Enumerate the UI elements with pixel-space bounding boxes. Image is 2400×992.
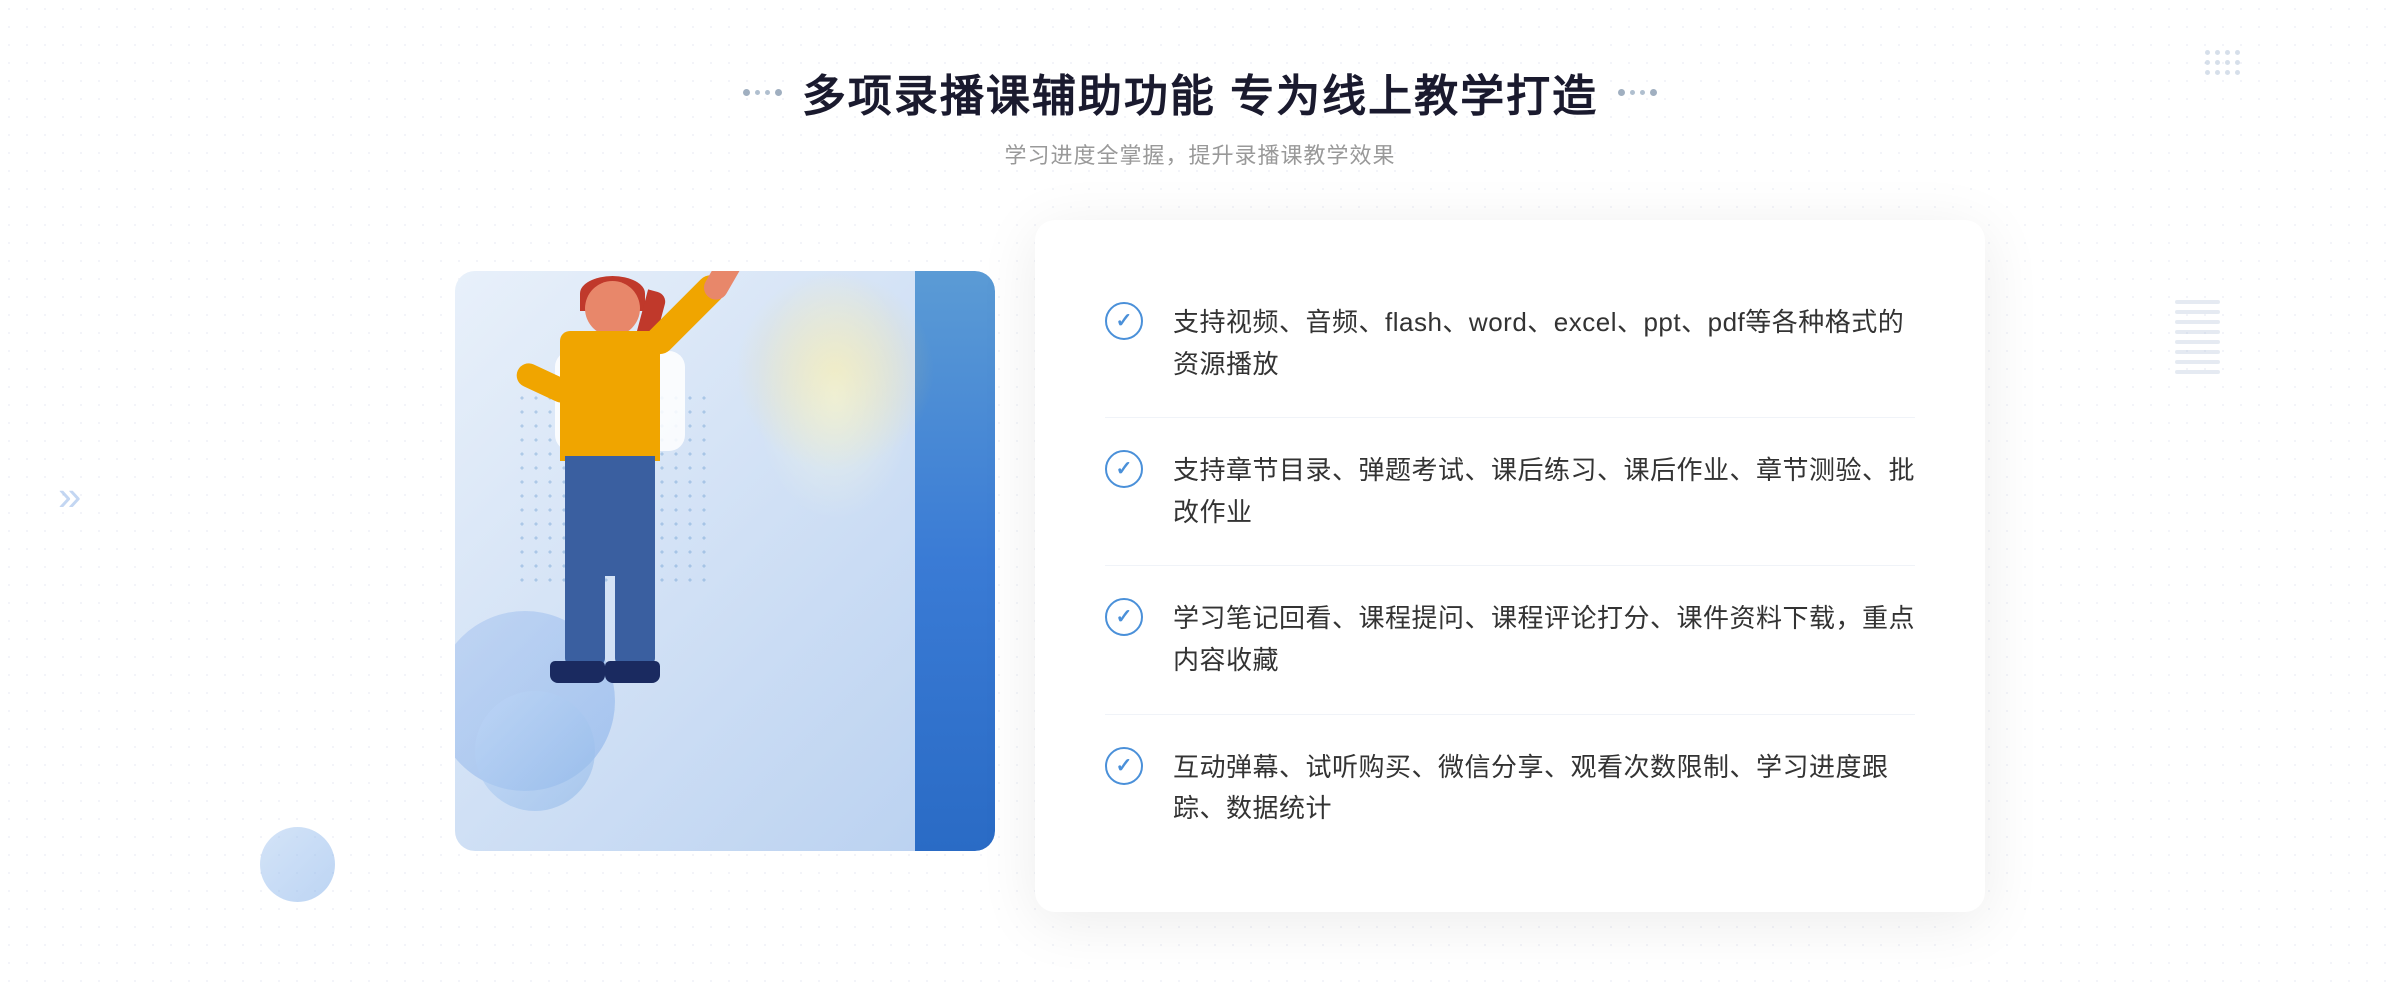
decorative-dots-top-right	[2205, 50, 2240, 75]
page-title: 多项录播课辅助功能 专为线上教学打造	[802, 60, 1598, 124]
person-pants	[565, 456, 655, 576]
feature-item-2: ✓ 支持章节目录、弹题考试、课后练习、课后作业、章节测验、批改作业	[1105, 418, 1915, 566]
feature-item-4: ✓ 互动弹幕、试听购买、微信分享、观看次数限制、学习进度跟踪、数据统计	[1105, 715, 1915, 862]
feature-text-2: 支持章节目录、弹题考试、课后练习、课后作业、章节测验、批改作业	[1173, 450, 1915, 533]
person-shoe-left	[550, 661, 605, 683]
person-shoe-right	[605, 661, 660, 683]
check-mark-1: ✓	[1116, 311, 1133, 331]
illustration-background	[455, 271, 995, 851]
check-mark-4: ✓	[1116, 756, 1133, 776]
deco-circle-bottom-left	[260, 827, 335, 902]
title-dots-right	[1618, 89, 1657, 96]
title-row: 多项录播课辅助功能 专为线上教学打造	[743, 60, 1657, 124]
check-icon-4: ✓	[1105, 747, 1143, 785]
person-leg-right	[615, 566, 655, 666]
content-panel: ✓ 支持视频、音频、flash、word、excel、ppt、pdf等各种格式的…	[1035, 220, 1985, 912]
feature-text-3: 学习笔记回看、课程提问、课程评论打分、课件资料下载，重点内容收藏	[1173, 598, 1915, 681]
check-mark-3: ✓	[1116, 607, 1133, 627]
feature-text-1: 支持视频、音频、flash、word、excel、ppt、pdf等各种格式的资源…	[1173, 302, 1915, 385]
person-leg-left	[565, 566, 605, 666]
person-body	[560, 331, 660, 461]
deco-circle-small	[475, 691, 595, 811]
feature-text-4: 互动弹幕、试听购买、微信分享、观看次数限制、学习进度跟踪、数据统计	[1173, 747, 1915, 830]
stripes-decoration	[2175, 300, 2220, 374]
glow-effect	[755, 271, 915, 521]
check-icon-1: ✓	[1105, 302, 1143, 340]
check-icon-3: ✓	[1105, 598, 1143, 636]
illustration-section	[415, 241, 1035, 891]
check-icon-2: ✓	[1105, 450, 1143, 488]
page-subtitle: 学习进度全掌握，提升录播课教学效果	[743, 138, 1657, 170]
feature-item-1: ✓ 支持视频、音频、flash、word、excel、ppt、pdf等各种格式的…	[1105, 270, 1915, 418]
main-content: ✓ 支持视频、音频、flash、word、excel、ppt、pdf等各种格式的…	[400, 220, 2000, 912]
feature-item-3: ✓ 学习笔记回看、课程提问、课程评论打分、课件资料下载，重点内容收藏	[1105, 566, 1915, 714]
person-head	[585, 281, 640, 336]
check-mark-2: ✓	[1116, 459, 1133, 479]
title-dots-left	[743, 89, 782, 96]
header-section: 多项录播课辅助功能 专为线上教学打造 学习进度全掌握，提升录播课教学效果	[743, 60, 1657, 170]
nav-arrow-left[interactable]: »	[58, 472, 81, 520]
page-container: » 多项录播课辅助功能 专为线上教学打造 学习进度全掌握，提升录播课教学效果	[0, 0, 2400, 992]
